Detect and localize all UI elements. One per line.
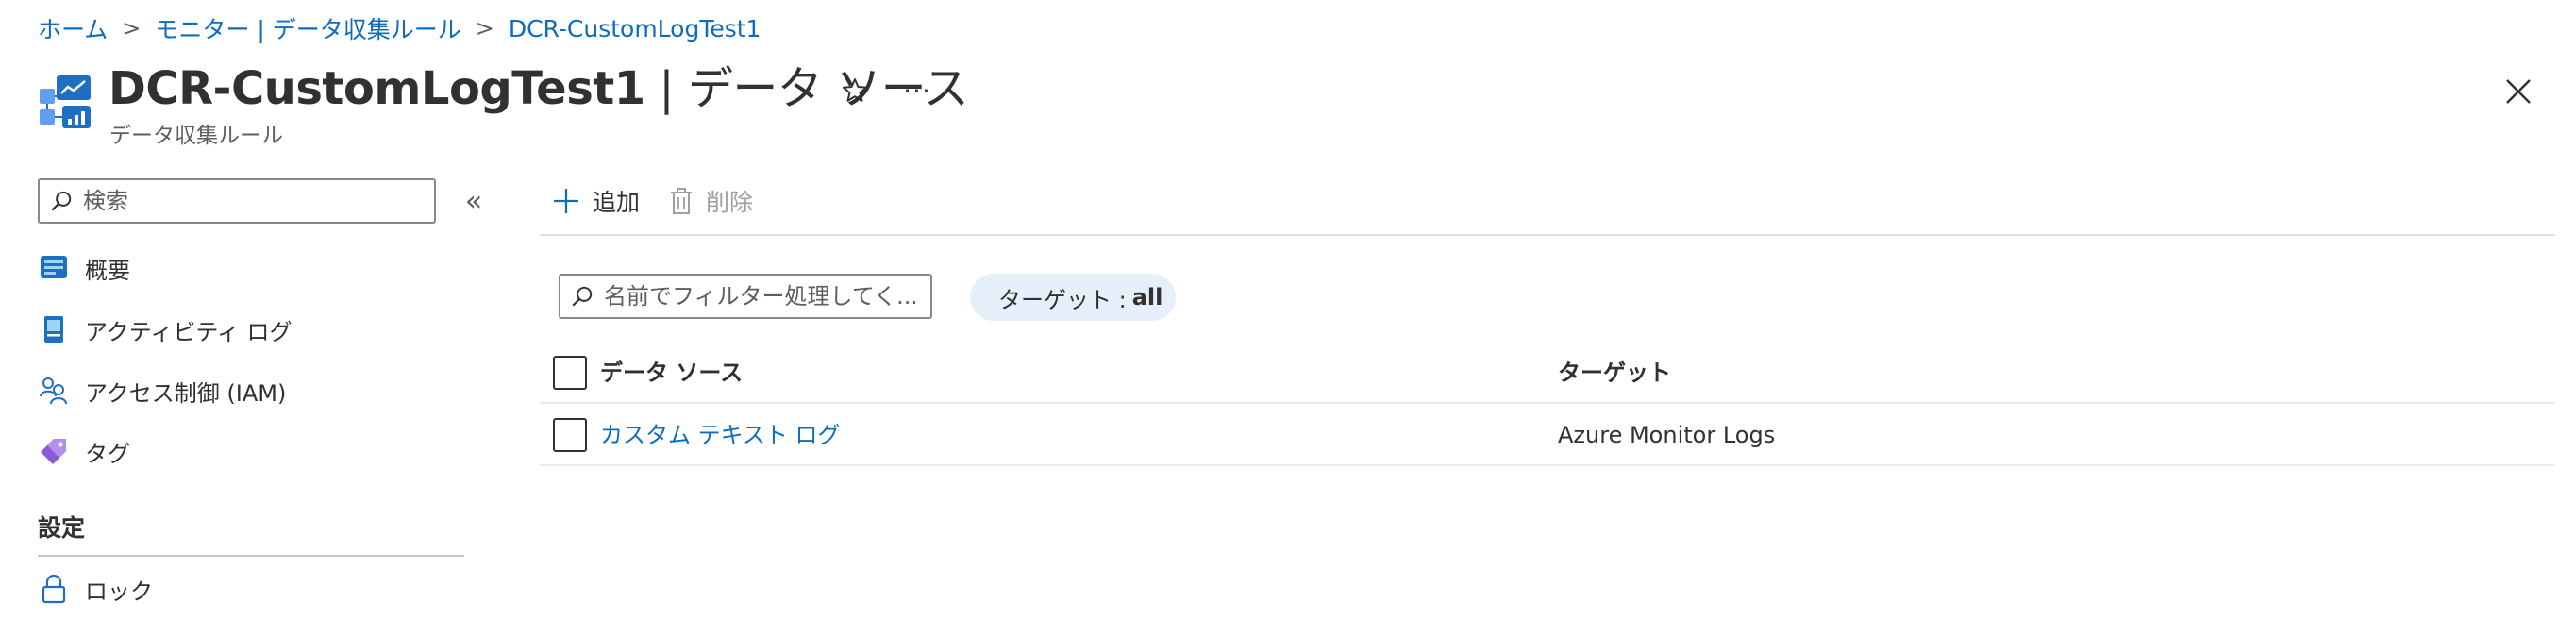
breadcrumb-monitor-dcr[interactable]: モニター | データ収集ルール: [155, 11, 460, 45]
page-subtitle: データ収集ルール: [109, 124, 283, 148]
sidebar-item-label: ロック: [85, 578, 153, 605]
sidebar-search-input[interactable]: [83, 188, 423, 214]
target-cell: Azure Monitor Logs: [1558, 422, 1776, 448]
sidebar-item-activity-log[interactable]: アクティビティ ログ: [38, 306, 472, 353]
sidebar-item-overview[interactable]: 概要: [38, 244, 472, 292]
select-all-checkbox[interactable]: [553, 356, 587, 390]
sidebar-section-settings: 設定: [38, 514, 86, 542]
breadcrumb-separator: >: [475, 15, 494, 42]
activity-log-icon: [38, 313, 70, 345]
command-bar: 追加 削除: [551, 177, 781, 225]
favorite-button[interactable]: [834, 70, 876, 111]
search-icon: [572, 286, 593, 307]
breadcrumb: ホーム > モニター | データ収集ルール > DCR-CustomLogTes…: [38, 9, 761, 47]
close-button[interactable]: [2495, 68, 2542, 115]
collapse-sidebar-button[interactable]: «: [457, 184, 491, 218]
add-button[interactable]: 追加: [551, 184, 640, 218]
filter-box: [559, 274, 932, 319]
sidebar-item-label: アクセス制御 (IAM): [85, 379, 287, 407]
add-button-label: 追加: [593, 189, 641, 216]
breadcrumb-current[interactable]: DCR-CustomLogTest1: [509, 15, 761, 42]
sidebar-item-tags[interactable]: タグ: [38, 427, 472, 475]
column-header-data-source[interactable]: データ ソース: [600, 357, 743, 389]
breadcrumb-home[interactable]: ホーム: [38, 11, 108, 45]
filter-by-name-input[interactable]: [604, 283, 915, 310]
trash-icon: [668, 186, 694, 216]
pill-key: ターゲット :: [998, 286, 1127, 313]
overview-icon: [38, 252, 70, 284]
tag-icon: [38, 435, 70, 467]
pill-value: all: [1131, 284, 1163, 310]
page-title-resource: DCR-CustomLogTest1: [109, 62, 645, 115]
table-row[interactable]: カスタム テキスト ログ Azure Monitor Logs: [540, 406, 2555, 466]
sidebar-item-label: 概要: [85, 257, 130, 284]
star-icon: [843, 78, 868, 102]
sidebar-item-iam[interactable]: アクセス制御 (IAM): [38, 367, 472, 414]
iam-icon: [38, 375, 70, 407]
column-header-target[interactable]: ターゲット: [1558, 357, 1671, 389]
sidebar-item-label: タグ: [85, 440, 130, 467]
data-source-link[interactable]: カスタム テキスト ログ: [600, 419, 841, 451]
sidebar-search-box: [38, 178, 436, 224]
sidebar-item-locks[interactable]: ロック: [38, 565, 472, 612]
search-icon: [51, 191, 72, 211]
plus-icon: [551, 186, 581, 216]
sidebar-item-label: アクティビティ ログ: [85, 318, 293, 345]
data-collection-rule-icon: [38, 74, 92, 132]
row-checkbox[interactable]: [553, 418, 587, 452]
delete-button-label: 削除: [706, 189, 754, 216]
delete-button[interactable]: 削除: [668, 184, 753, 218]
toolbar-divider: [540, 234, 2555, 236]
breadcrumb-separator: >: [122, 15, 142, 42]
more-options-button[interactable]: ···: [896, 70, 938, 111]
close-icon: [2506, 79, 2531, 104]
target-filter-pill[interactable]: ターゲット : all: [970, 274, 1177, 321]
section-divider: [38, 555, 464, 557]
table-header-row: データ ソース ターゲット: [540, 344, 2555, 404]
lock-icon: [38, 573, 70, 605]
